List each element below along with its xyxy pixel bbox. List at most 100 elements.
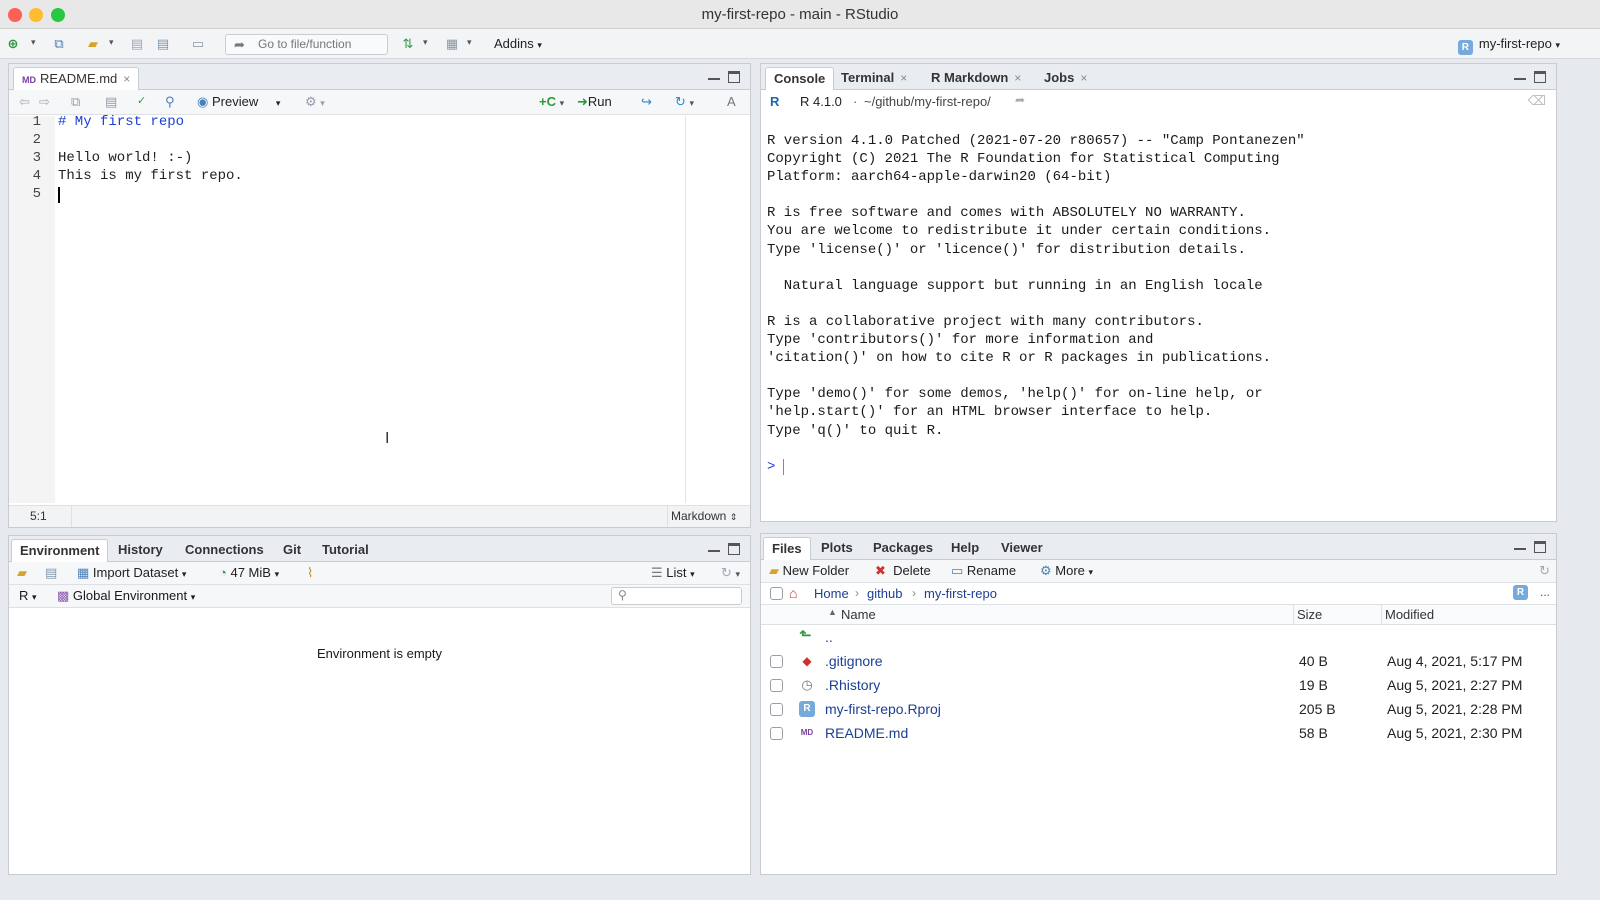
addins-menu[interactable]: Addins ▾ <box>494 36 542 51</box>
row-checkbox[interactable] <box>770 703 783 716</box>
vcs-caret-icon[interactable]: ▾ <box>423 37 428 48</box>
tab-history[interactable]: History <box>110 539 171 562</box>
minimize-pane-button[interactable] <box>708 71 720 80</box>
goto-directory-icon[interactable]: ➦ <box>1015 93 1025 107</box>
env-search-input[interactable]: ⚲ <box>611 587 742 605</box>
column-name[interactable]: Name <box>841 607 876 622</box>
zoom-window-button[interactable] <box>51 8 65 22</box>
save-icon[interactable]: ▤ <box>105 94 117 110</box>
settings-gear-icon[interactable]: ⚙ ▾ <box>305 94 325 110</box>
maximize-pane-button[interactable] <box>728 71 740 83</box>
file-type-selector[interactable]: Markdown ⇕ <box>671 509 737 523</box>
tab-tutorial[interactable]: Tutorial <box>314 539 377 562</box>
open-file-icon[interactable]: ▰ <box>84 35 102 52</box>
refresh-icon[interactable]: ↻ <box>1539 563 1550 579</box>
minimize-pane-button[interactable] <box>1514 71 1526 80</box>
delete-button[interactable]: ✖ Delete <box>875 563 931 579</box>
project-menu[interactable]: Rmy-first-repo ▾ <box>1457 36 1560 55</box>
more-menu-button[interactable]: ⚙ More ▾ <box>1040 563 1093 579</box>
new-project-icon[interactable]: ⧉ <box>50 35 68 52</box>
goto-project-dir-icon[interactable]: R <box>1513 585 1528 600</box>
source-options-icon[interactable]: ↻ ▾ <box>675 94 694 110</box>
tab-packages[interactable]: Packages <box>865 537 941 560</box>
file-name[interactable]: .gitignore <box>825 653 883 669</box>
tab-console[interactable]: Console <box>765 67 835 90</box>
pane-layout-caret-icon[interactable]: ▾ <box>467 37 472 48</box>
rerun-icon[interactable]: ↪ <box>641 94 652 110</box>
goto-file-input[interactable]: ➦ Go to file/function <box>225 34 388 55</box>
spellcheck-icon[interactable]: ✓ <box>137 94 146 107</box>
tab-terminal[interactable]: Terminal × <box>833 67 915 90</box>
preview-button[interactable]: ◉ Preview ▾ <box>197 94 280 110</box>
refresh-icon[interactable]: ↻ ▾ <box>721 565 740 581</box>
minimize-pane-button[interactable] <box>708 543 720 552</box>
tab-environment[interactable]: Environment <box>11 539 109 562</box>
table-row[interactable]: ◷ .Rhistory 19 B Aug 5, 2021, 2:27 PM <box>761 674 1556 698</box>
maximize-pane-button[interactable] <box>728 543 740 555</box>
table-row[interactable]: MD README.md 58 B Aug 5, 2021, 2:30 PM <box>761 722 1556 746</box>
close-window-button[interactable] <box>8 8 22 22</box>
import-dataset-button[interactable]: ▦ Import Dataset ▾ <box>77 565 186 581</box>
minimize-pane-button[interactable] <box>1514 541 1526 550</box>
new-file-icon[interactable]: ⊕ <box>4 35 22 52</box>
rename-button[interactable]: ▭ Rename <box>951 563 1016 579</box>
tab-connections[interactable]: Connections <box>177 539 272 562</box>
parent-dir-link[interactable]: .. <box>825 629 833 645</box>
open-recent-caret-icon[interactable]: ▾ <box>109 37 114 48</box>
file-name[interactable]: README.md <box>825 725 908 741</box>
insert-chunk-icon[interactable]: +C ▾ <box>539 94 564 109</box>
close-tab-icon[interactable]: × <box>1080 71 1087 85</box>
maximize-pane-button[interactable] <box>1534 541 1546 553</box>
load-workspace-icon[interactable]: ▰ <box>17 565 27 581</box>
save-icon[interactable]: ▤ <box>128 35 146 52</box>
tab-plots[interactable]: Plots <box>813 537 861 560</box>
breadcrumb-home[interactable]: Home <box>814 586 849 601</box>
close-tab-icon[interactable]: × <box>900 71 907 85</box>
tab-help[interactable]: Help <box>943 537 987 560</box>
more-path-button[interactable]: ... <box>1540 585 1550 599</box>
clear-console-icon[interactable]: ⌫ <box>1528 93 1546 109</box>
breadcrumb-repo[interactable]: my-first-repo <box>924 586 997 601</box>
tab-files[interactable]: Files <box>763 537 811 560</box>
maximize-pane-button[interactable] <box>1534 71 1546 83</box>
tab-git[interactable]: Git <box>275 539 309 562</box>
save-all-icon[interactable]: ▤ <box>154 35 172 52</box>
save-workspace-icon[interactable]: ▤ <box>45 565 57 581</box>
new-file-caret-icon[interactable]: ▾ <box>31 37 36 48</box>
tab-rmarkdown[interactable]: R Markdown × <box>923 67 1029 90</box>
show-in-window-icon[interactable]: ⧉ <box>71 94 80 110</box>
language-dropdown[interactable]: R ▾ <box>19 588 37 603</box>
parent-dir-row[interactable]: ⬑ .. <box>761 626 1556 650</box>
forward-icon[interactable]: ⇨ <box>39 94 50 110</box>
table-row[interactable]: ◆ .gitignore 40 B Aug 4, 2021, 5:17 PM <box>761 650 1556 674</box>
row-checkbox[interactable] <box>770 727 783 740</box>
console-input[interactable]: > <box>767 458 1547 478</box>
table-row[interactable]: R my-first-repo.Rproj 205 B Aug 5, 2021,… <box>761 698 1556 722</box>
print-icon[interactable]: ▭ <box>189 35 207 52</box>
tab-readme[interactable]: MD README.md × <box>13 67 140 90</box>
new-folder-button[interactable]: ▰ New Folder <box>769 563 849 579</box>
view-mode-dropdown[interactable]: ☰ List ▾ <box>651 565 695 581</box>
minimize-window-button[interactable] <box>29 8 43 22</box>
vcs-icon[interactable]: ⇅ <box>399 35 417 52</box>
clear-workspace-broom-icon[interactable]: ⌇ <box>307 565 313 581</box>
environment-scope-dropdown[interactable]: ▩ Global Environment ▾ <box>57 588 195 604</box>
close-tab-icon[interactable]: × <box>1014 71 1021 85</box>
format-icon[interactable]: A <box>727 94 736 109</box>
run-button[interactable]: ➜Run <box>577 94 612 110</box>
breadcrumb-github[interactable]: github <box>867 586 902 601</box>
column-modified[interactable]: Modified <box>1385 607 1434 622</box>
back-icon[interactable]: ⇦ <box>19 94 30 110</box>
row-checkbox[interactable] <box>770 655 783 668</box>
column-size[interactable]: Size <box>1297 607 1322 622</box>
file-name[interactable]: .Rhistory <box>825 677 880 693</box>
find-icon[interactable]: ⚲ <box>165 94 175 110</box>
row-checkbox[interactable] <box>770 679 783 692</box>
tab-viewer[interactable]: Viewer <box>993 537 1051 560</box>
select-all-checkbox[interactable] <box>770 587 783 600</box>
tab-jobs[interactable]: Jobs × <box>1036 67 1095 90</box>
close-tab-icon[interactable]: × <box>123 72 130 86</box>
memory-usage-button[interactable]: ◔ 47 MiB ▾ <box>219 565 279 580</box>
pane-layout-icon[interactable]: ▦ <box>443 35 461 52</box>
file-name[interactable]: my-first-repo.Rproj <box>825 701 941 717</box>
